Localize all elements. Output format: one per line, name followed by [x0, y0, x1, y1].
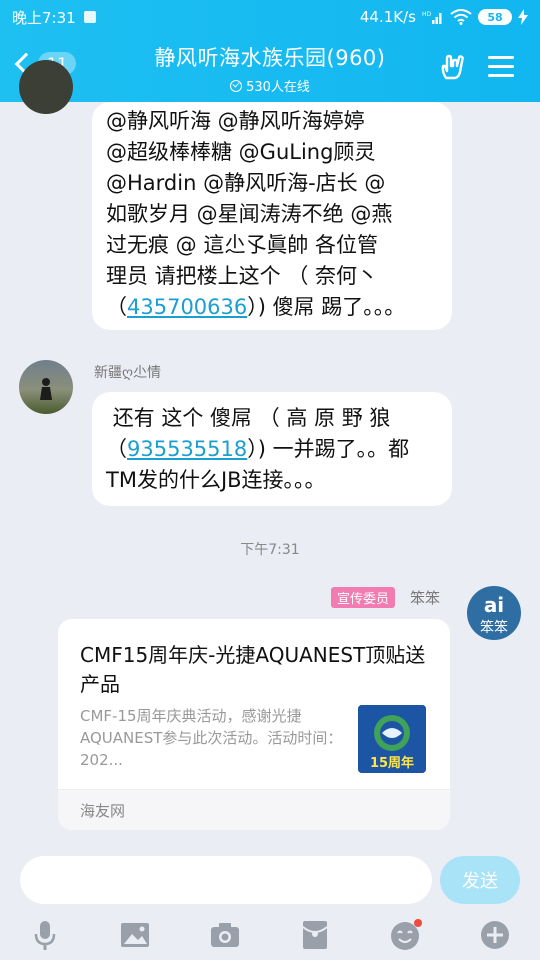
- share-card[interactable]: CMF15周年庆-光捷AQUANEST顶贴送产品 CMF-15周年庆典活动，感谢…: [58, 619, 450, 830]
- image-icon[interactable]: [118, 918, 152, 952]
- input-row: 发送: [0, 848, 540, 910]
- header: 晚上7:31 44.1K/s HD 58 静风听海水族乐园(960) 530人在…: [0, 0, 540, 102]
- signal-icon: HD: [422, 11, 442, 24]
- svg-text:15周年: 15周年: [370, 755, 414, 771]
- paren-open: （: [106, 437, 127, 461]
- role-badge: 宣传委员: [331, 587, 396, 608]
- message-line: @静风听海 @静风听海婷婷: [106, 109, 365, 133]
- message-line: 过无痕 @ 這尐孓眞帥 各位管: [106, 233, 379, 257]
- mic-icon[interactable]: [28, 918, 62, 952]
- menu-icon[interactable]: [488, 56, 514, 78]
- emoji-icon[interactable]: [388, 918, 422, 952]
- navbar: 11 静风听海水族乐园(960) 530人在线: [0, 34, 540, 102]
- message-line: 理员 请把楼上这个 （ 奈何丶: [106, 264, 379, 288]
- plus-icon[interactable]: [478, 918, 512, 952]
- network-speed: 44.1K/s: [359, 8, 416, 26]
- share-card-source: 海友网: [58, 789, 450, 830]
- wifi-icon: [450, 9, 472, 25]
- sender-name[interactable]: 新疆ღ尐情: [94, 362, 161, 382]
- message-line: 如歌岁月 @星闻涛涛不绝 @燕: [106, 202, 393, 226]
- red-packet-icon[interactable]: [298, 918, 332, 952]
- message-line: @Hardin @静风听海-店长 @: [106, 171, 386, 195]
- battery-indicator: 58: [478, 9, 512, 25]
- charging-icon: [518, 9, 528, 25]
- notification-icon: [83, 11, 96, 23]
- sender-name-self[interactable]: 笨笨: [410, 587, 440, 608]
- paren-open: （: [106, 295, 127, 319]
- message-tail: ）) 一并踢了。。都: [247, 437, 410, 461]
- camera-icon[interactable]: [208, 918, 242, 952]
- message-line-last: （435700636）) 傻屌 踢了。。。: [106, 292, 438, 323]
- avatar-figure-icon: [40, 378, 52, 400]
- bottom-toolbar: [0, 910, 540, 960]
- anniversary-logo-icon: 15周年: [358, 705, 426, 773]
- svg-text:ai: ai: [484, 593, 504, 617]
- message-line-link: （935535518）) 一并踢了。。都: [106, 434, 438, 465]
- timestamp: 下午7:31: [240, 542, 300, 558]
- qq-number-link[interactable]: 435700636: [127, 295, 247, 319]
- message-tail: ）) 傻屌 踢了。。。: [247, 295, 406, 319]
- message-line: @超级棒棒糖 @GuLing顾灵: [106, 140, 376, 164]
- avatar-previous[interactable]: [19, 60, 73, 114]
- svg-text:笨笨: 笨笨: [480, 620, 508, 636]
- hand-gesture-icon[interactable]: [438, 52, 468, 82]
- sender-avatar[interactable]: [19, 360, 73, 414]
- avatar-logo-icon: ai 笨笨: [469, 588, 519, 638]
- online-count-text: 530人在线: [246, 80, 310, 95]
- self-avatar[interactable]: ai 笨笨: [467, 586, 521, 640]
- message-line: TM发的什么JB连接。。。: [106, 468, 326, 492]
- message-bubble-1[interactable]: @静风听海 @静风听海婷婷 @超级棒棒糖 @GuLing顾灵 @Hardin @…: [92, 102, 452, 330]
- group-title: 静风听海水族乐园(960): [154, 46, 386, 70]
- qq-number-link[interactable]: 935535518: [127, 437, 247, 461]
- title-area[interactable]: 静风听海水族乐园(960) 530人在线: [90, 42, 450, 95]
- svg-text:HD: HD: [422, 11, 432, 18]
- status-time: 晚上7:31: [12, 8, 76, 27]
- online-count: 530人在线: [90, 76, 450, 95]
- message-bubble-2[interactable]: 还有 这个 傻屌 （ 高 原 野 狼 （935535518）) 一并踢了。。都 …: [92, 392, 452, 506]
- share-card-title: CMF15周年庆-光捷AQUANEST顶贴送产品: [80, 643, 426, 696]
- send-button[interactable]: 发送: [440, 856, 520, 904]
- share-card-thumbnail: 15周年: [358, 705, 426, 773]
- online-check-icon: [230, 79, 243, 92]
- status-bar: 晚上7:31 44.1K/s HD 58: [0, 0, 540, 34]
- message-input[interactable]: [20, 856, 432, 904]
- message-line: 还有 这个 傻屌 （ 高 原 野 狼: [112, 406, 391, 430]
- share-card-description: CMF-15周年庆典活动，感谢光捷AQUANEST参与此次活动。活动时间：202…: [80, 707, 343, 769]
